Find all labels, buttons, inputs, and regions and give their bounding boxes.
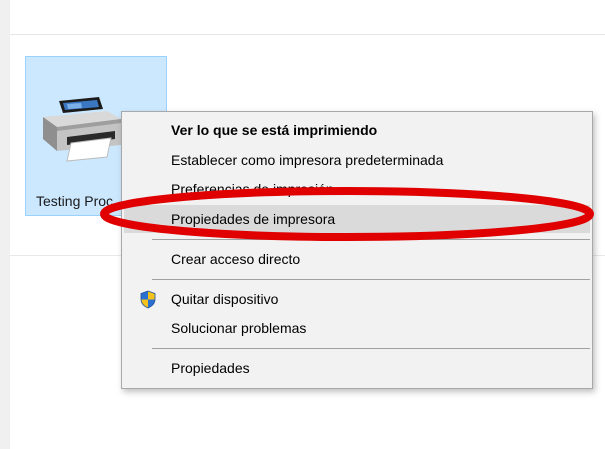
header-divider [10,34,605,35]
menu-item-establecer-predeterminada[interactable]: Establecer como impresora predeterminada [124,146,590,174]
menu-item-ver-impresion[interactable]: Ver lo que se está imprimiendo [124,116,590,144]
menu-item-label: Quitar dispositivo [171,291,279,307]
printer-icon [43,97,121,162]
menu-separator [152,239,590,240]
menu-item-quitar-dispositivo[interactable]: Quitar dispositivo [124,285,590,313]
menu-item-preferencias-impresion[interactable]: Preferencias de impresión [124,175,590,203]
menu-item-propiedades[interactable]: Propiedades [124,354,590,382]
menu-item-solucionar-problemas[interactable]: Solucionar problemas [124,314,590,342]
context-menu: Ver lo que se está imprimiendo Establece… [121,111,593,389]
menu-separator [152,279,590,280]
menu-item-crear-acceso-directo[interactable]: Crear acceso directo [124,245,590,273]
device-label: Testing Proc [36,193,114,209]
menu-separator [152,348,590,349]
menu-item-propiedades-impresora[interactable]: Propiedades de impresora [124,205,590,233]
shield-icon [140,290,156,309]
